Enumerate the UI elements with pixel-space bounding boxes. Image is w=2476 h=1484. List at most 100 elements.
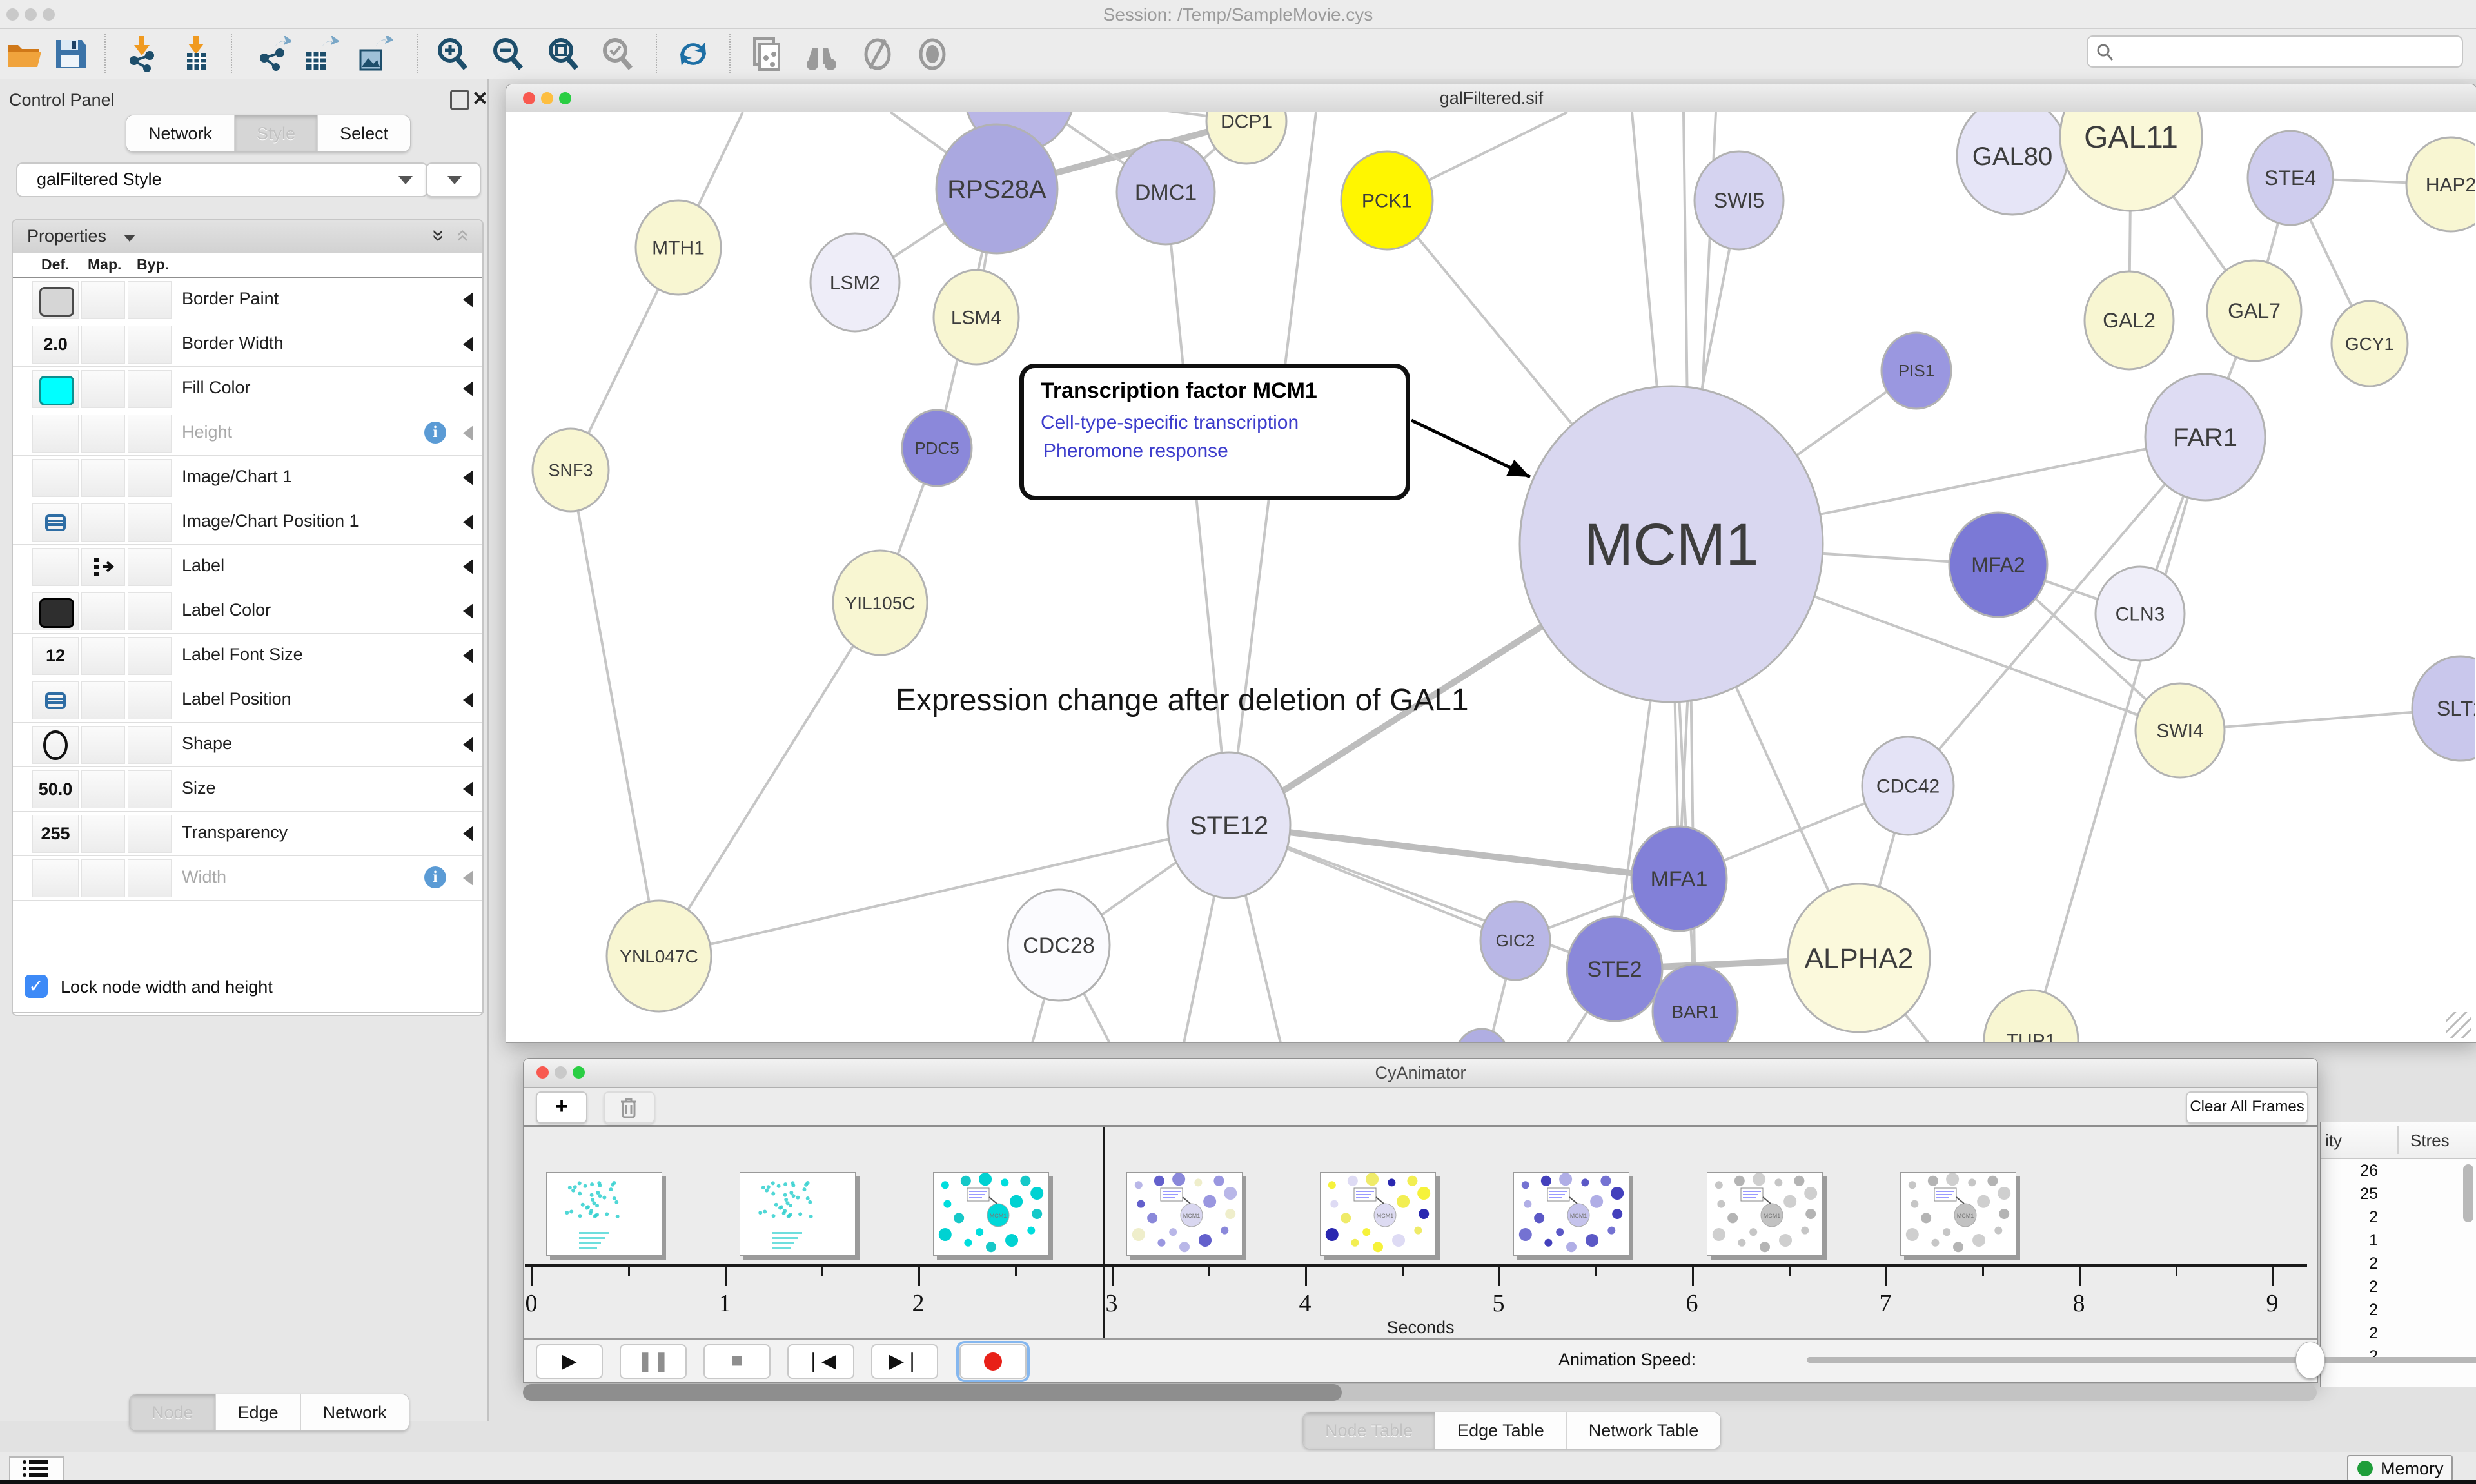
frame-thumbnail-3[interactable]: MCM1 — [1126, 1172, 1243, 1256]
table-cell[interactable]: 2 — [2326, 1278, 2378, 1296]
default-value[interactable]: 12 — [33, 646, 78, 666]
default-value[interactable]: 2.0 — [33, 335, 78, 355]
expand-property-icon[interactable] — [463, 514, 473, 530]
frame-thumbnail-7[interactable]: MCM1 — [1900, 1172, 2016, 1256]
float-panel-icon[interactable] — [450, 90, 469, 110]
property-row-label-font-size[interactable]: 12Label Font Size — [13, 634, 482, 678]
property-row-border-paint[interactable]: Border Paint — [13, 278, 482, 322]
info-icon[interactable]: i — [424, 866, 446, 888]
frame-thumbnail-1[interactable] — [740, 1172, 856, 1256]
network-edge[interactable] — [659, 825, 1229, 956]
annotation-box[interactable]: Transcription factor MCM1 Cell-type-spec… — [1019, 364, 1410, 500]
property-row-height[interactable]: Heighti — [13, 411, 482, 456]
expand-property-icon[interactable] — [463, 337, 473, 352]
frame-thumbnail-2[interactable]: MCM1 — [933, 1172, 1049, 1256]
table-scrollbar[interactable] — [2463, 1164, 2473, 1222]
hide-details-icon[interactable] — [860, 36, 896, 72]
annotation-link-2[interactable]: Pheromone response — [1043, 440, 1228, 462]
memory-button[interactable]: Memory — [2347, 1455, 2453, 1482]
property-row-shape[interactable]: Shape — [13, 723, 482, 767]
expand-property-icon[interactable] — [463, 648, 473, 663]
stop-button[interactable]: ■ — [703, 1344, 771, 1379]
table-cell[interactable]: 2 — [2326, 1208, 2378, 1227]
info-icon[interactable]: i — [424, 422, 446, 444]
export-image-icon[interactable] — [357, 36, 393, 72]
property-row-label-color[interactable]: Label Color — [13, 589, 482, 634]
frame-thumbnail-5[interactable]: MCM1 — [1513, 1172, 1629, 1256]
properties-header[interactable]: Properties » « — [13, 220, 482, 253]
table-cell[interactable]: 1 — [2326, 1231, 2378, 1250]
open-session-icon[interactable] — [5, 36, 41, 72]
column-header-stress[interactable]: Stres — [2410, 1131, 2450, 1151]
tab-node[interactable]: Node — [130, 1394, 215, 1430]
skip-to-start-button[interactable]: ❘◀ — [787, 1344, 854, 1379]
resize-grip[interactable] — [2446, 1012, 2471, 1038]
table-cell[interactable]: 2 — [2326, 1255, 2378, 1273]
import-table-icon[interactable] — [178, 36, 214, 72]
tab-network-bottom[interactable]: Network — [300, 1394, 409, 1430]
table-cell[interactable]: 25 — [2326, 1185, 2378, 1204]
zoom-fit-icon[interactable] — [545, 36, 582, 72]
delete-frame-button[interactable] — [604, 1091, 655, 1124]
network-edge[interactable] — [571, 470, 659, 956]
zoom-in-icon[interactable] — [435, 36, 471, 72]
import-network-icon[interactable] — [124, 36, 160, 72]
expand-property-icon[interactable] — [463, 292, 473, 308]
column-header-clipped[interactable]: ity — [2325, 1131, 2342, 1151]
add-frame-button[interactable]: + — [536, 1091, 587, 1124]
pause-button[interactable]: ❚❚ — [620, 1344, 687, 1379]
tab-edge[interactable]: Edge — [215, 1394, 300, 1430]
save-session-icon[interactable] — [52, 36, 88, 72]
default-swatch[interactable] — [39, 287, 74, 317]
task-history-button[interactable] — [9, 1456, 64, 1482]
table-cell[interactable]: 2 — [2326, 1301, 2378, 1320]
export-network-icon[interactable] — [255, 36, 291, 72]
expand-property-icon[interactable] — [463, 826, 473, 841]
frame-thumbnail-0[interactable] — [546, 1172, 662, 1256]
expand-property-icon[interactable] — [463, 603, 473, 619]
default-value[interactable]: 50.0 — [33, 779, 78, 799]
property-row-fill-color[interactable]: Fill Color — [13, 367, 482, 411]
animation-speed-slider[interactable] — [1807, 1357, 2476, 1363]
tab-style[interactable]: Style — [234, 115, 317, 151]
cyanimator-titlebar[interactable]: CyAnimator — [524, 1059, 2317, 1088]
zoom-out-icon[interactable] — [490, 36, 526, 72]
export-table-icon[interactable] — [302, 36, 339, 72]
table-cell[interactable]: 2 — [2326, 1324, 2378, 1343]
default-value[interactable]: 255 — [33, 824, 78, 844]
property-row-label[interactable]: Label — [13, 545, 482, 589]
expand-property-icon[interactable] — [463, 470, 473, 485]
refresh-view-icon[interactable] — [675, 36, 711, 72]
table-cell[interactable]: 26 — [2326, 1162, 2378, 1180]
property-row-image-chart-1[interactable]: Image/Chart 1 — [13, 456, 482, 500]
search-binoculars-icon[interactable] — [802, 36, 838, 72]
close-panel-icon[interactable]: ✕ — [472, 88, 488, 110]
network-canvas[interactable]: RPS28ADCP1DMC1PCK1MTH1LSM2LSM4SNF3PDC5YI… — [506, 112, 2475, 1042]
network-node-nBot[interactable] — [1455, 1029, 1509, 1042]
play-button[interactable]: ▶ — [536, 1344, 603, 1379]
lock-size-checkbox[interactable]: ✓ — [25, 975, 48, 998]
tab-network[interactable]: Network — [126, 115, 234, 151]
network-edge[interactable] — [1166, 192, 1229, 825]
default-swatch[interactable] — [39, 598, 74, 628]
frame-thumbnail-4[interactable]: MCM1 — [1320, 1172, 1436, 1256]
style-options-button[interactable] — [426, 162, 481, 197]
frame-thumbnail-6[interactable]: MCM1 — [1707, 1172, 1823, 1256]
expand-property-icon[interactable] — [463, 692, 473, 708]
property-row-border-width[interactable]: 2.0Border Width — [13, 322, 482, 367]
tab-network-table[interactable]: Network Table — [1566, 1412, 1721, 1449]
skip-to-end-button[interactable]: ▶❘ — [871, 1344, 938, 1379]
tab-edge-table[interactable]: Edge Table — [1435, 1412, 1566, 1449]
expand-property-icon[interactable] — [463, 559, 473, 574]
slider-knob[interactable] — [2295, 1342, 2325, 1379]
search-input[interactable] — [2087, 35, 2463, 68]
property-row-width[interactable]: Widthi — [13, 856, 482, 901]
expand-property-icon[interactable] — [463, 781, 473, 797]
scrollbar-thumb[interactable] — [523, 1384, 1342, 1401]
tab-node-table[interactable]: Node Table — [1303, 1412, 1435, 1449]
open-session-file-icon[interactable] — [749, 36, 785, 72]
collapse-all-icon[interactable]: « — [451, 229, 476, 242]
expand-all-icon[interactable]: » — [426, 229, 451, 242]
property-row-label-position[interactable]: Label Position — [13, 678, 482, 723]
property-row-transparency[interactable]: 255Transparency — [13, 812, 482, 856]
